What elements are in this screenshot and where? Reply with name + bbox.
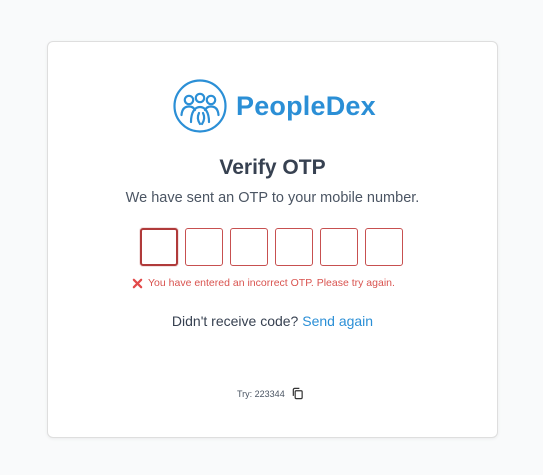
error-text: You have entered an incorrect OTP. Pleas… <box>148 277 395 289</box>
people-group-icon <box>173 79 227 133</box>
copy-icon[interactable] <box>291 387 304 400</box>
resend-prompt: Didn't receive code? <box>171 313 299 329</box>
otp-digit-input-2[interactable] <box>185 228 223 266</box>
otp-digit-input-4[interactable] <box>275 228 313 266</box>
brand-name: PeopleDex <box>236 90 376 121</box>
brand: PeopleDex <box>172 78 376 134</box>
otp-digit-input-1[interactable] <box>140 228 178 266</box>
otp-digit-input-6[interactable] <box>365 228 403 266</box>
send-again-link[interactable]: Send again <box>302 313 373 329</box>
error-x-icon <box>132 278 143 288</box>
otp-digit-input-3[interactable] <box>230 228 268 266</box>
page-title: Verify OTP <box>219 156 326 179</box>
otp-digit-input-5[interactable] <box>320 228 358 266</box>
resend-row: Didn't receive code? Send again <box>48 313 497 329</box>
error-message: You have entered an incorrect OTP. Pleas… <box>132 277 395 289</box>
otp-input-group <box>140 228 403 266</box>
otp-hint: Try: 223344 <box>237 387 304 400</box>
hint-text: Try: 223344 <box>237 388 285 399</box>
page-subtitle: We have sent an OTP to your mobile numbe… <box>125 190 420 206</box>
otp-card: PeopleDex Verify OTP We have sent an OTP… <box>47 41 498 438</box>
